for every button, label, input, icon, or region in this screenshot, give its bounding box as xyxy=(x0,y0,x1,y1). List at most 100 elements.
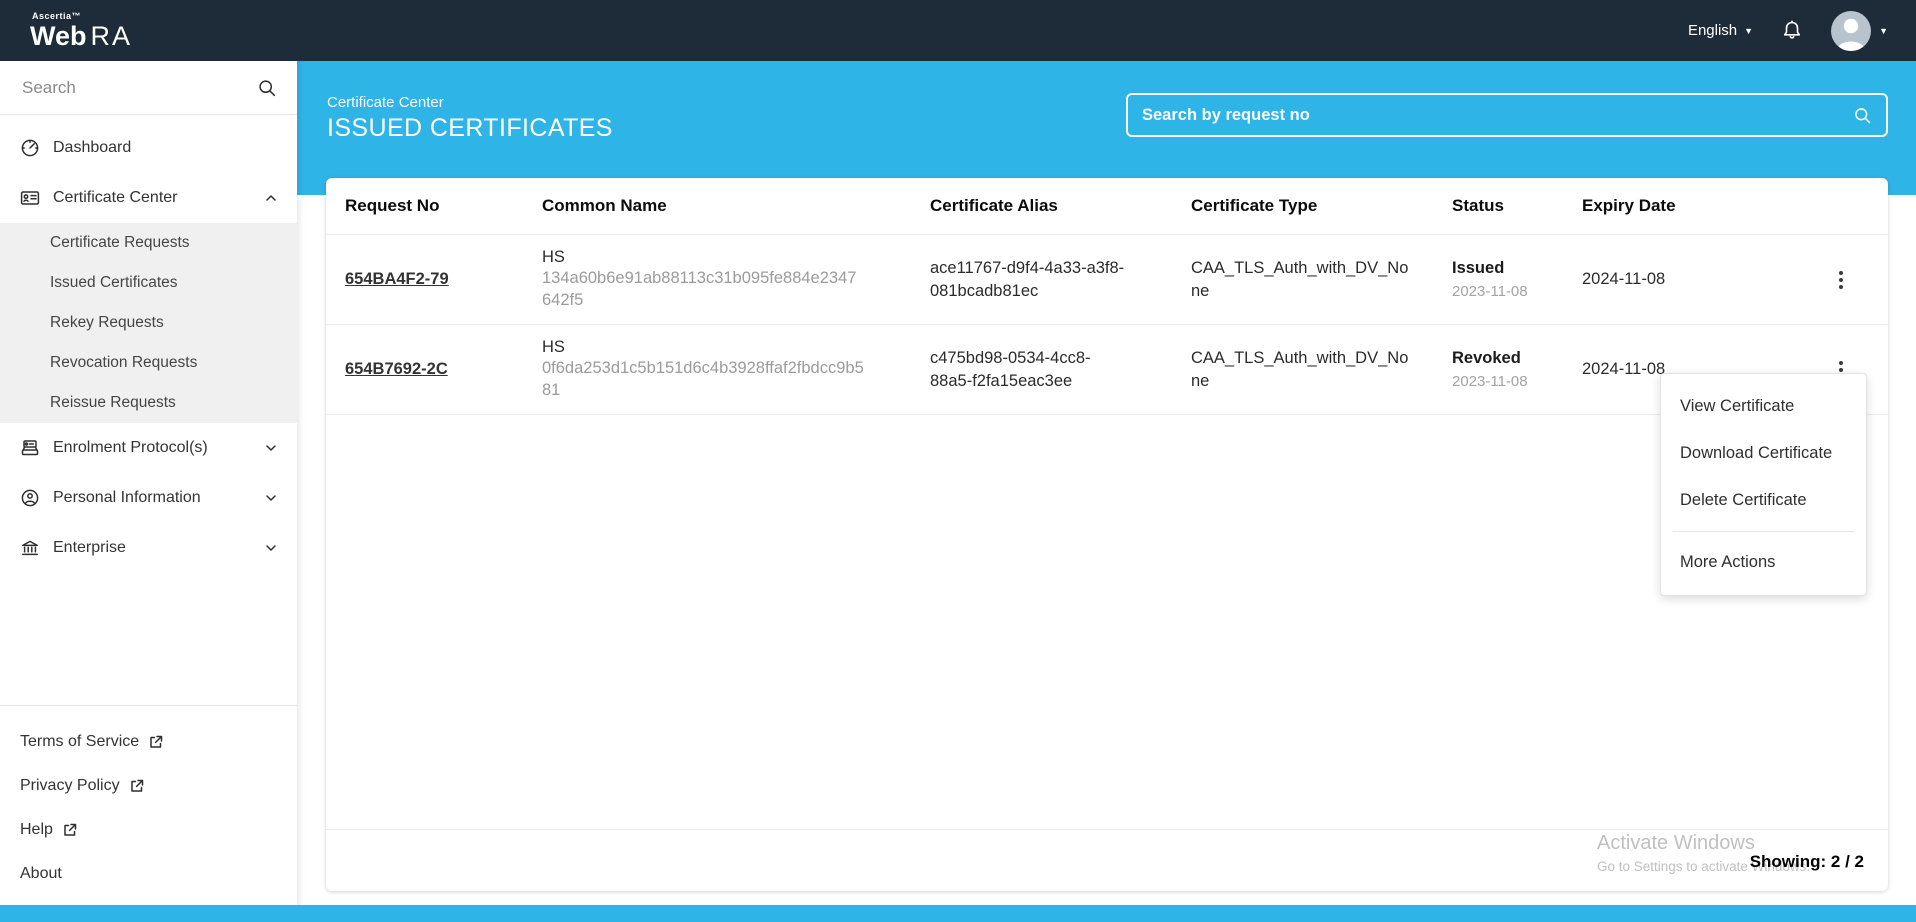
sidebar-item-personal-information[interactable]: Personal Information xyxy=(0,473,297,523)
link-label: About xyxy=(20,865,62,883)
webra-app: Ascertia™ WebRA English ▼ xyxy=(0,0,1916,922)
common-name-hash: 0f6da253d1c5b151d6c4b3928ffaf2fbdcc9b581 xyxy=(542,357,864,402)
column-header-expiry-date: Expiry Date xyxy=(1582,196,1790,216)
user-menu[interactable]: ▼ xyxy=(1831,11,1888,51)
sidebar-item-label: Enterprise xyxy=(53,539,126,557)
sidebar-item-issued-certificates[interactable]: Issued Certificates xyxy=(0,263,297,303)
status-cell: Issued 2023-11-08 xyxy=(1452,259,1582,300)
sidebar-item-label: Enrolment Protocol(s) xyxy=(53,439,208,457)
sidebar-item-certificate-center[interactable]: Certificate Center xyxy=(0,173,297,223)
status-date: 2023-11-08 xyxy=(1452,283,1582,300)
certificate-type-cell: CAA_TLS_Auth_with_DV_None xyxy=(1191,257,1413,302)
certificate-alias-cell: ace11767-d9f4-4a33-a3f8-081bcadb81ec xyxy=(930,257,1130,302)
page-header-band: Certificate Center ISSUED CERTIFICATES xyxy=(297,61,1916,195)
row-actions-kebab-icon[interactable] xyxy=(1826,265,1856,295)
common-name-hash: 134a60b6e91ab88113c31b095fe884e2347642f5 xyxy=(542,267,864,312)
topbar-actions: English ▼ ▼ xyxy=(1688,11,1888,51)
language-selector[interactable]: English ▼ xyxy=(1688,22,1753,39)
table-header: Request No Common Name Certificate Alias… xyxy=(326,178,1888,235)
sidebar-footer: Terms of Service Privacy Policy Help Abo… xyxy=(0,705,297,922)
sidebar-search xyxy=(0,61,297,115)
dashboard-icon xyxy=(20,138,40,158)
menu-item-download-certificate[interactable]: Download Certificate xyxy=(1661,430,1866,477)
sidebar-item-label: Personal Information xyxy=(53,489,201,507)
external-link-icon xyxy=(62,822,78,838)
status-value: Revoked xyxy=(1452,349,1582,368)
certificate-icon xyxy=(20,188,40,208)
request-no-link[interactable]: 654B7692-2C xyxy=(345,360,448,378)
common-name-cell: HS 134a60b6e91ab88113c31b095fe884e234764… xyxy=(542,248,930,312)
table-footer: Showing: 2 / 2 xyxy=(326,829,1888,891)
sidebar-item-label: Dashboard xyxy=(53,139,131,157)
brand-ascertia: Ascertia™ xyxy=(32,12,132,21)
top-bar: Ascertia™ WebRA English ▼ xyxy=(0,0,1916,61)
request-no-link[interactable]: 654BA4F2-79 xyxy=(345,270,449,288)
link-label: Help xyxy=(20,821,53,839)
page-title: ISSUED CERTIFICATES xyxy=(327,114,613,143)
enrolment-protocol-icon xyxy=(20,438,40,458)
chevron-up-icon xyxy=(263,190,279,206)
common-name-org: HS xyxy=(542,248,930,267)
sidebar-item-rekey-requests[interactable]: Rekey Requests xyxy=(0,303,297,343)
link-label: Privacy Policy xyxy=(20,777,120,795)
request-search-input[interactable] xyxy=(1128,106,1853,125)
expiry-date-cell: 2024-11-08 xyxy=(1582,270,1790,289)
avatar xyxy=(1831,11,1871,51)
request-search-box xyxy=(1126,93,1888,137)
brand-webra: WebRA xyxy=(30,21,132,51)
sidebar-item-label: Certificate Center xyxy=(53,189,178,207)
column-header-common-name: Common Name xyxy=(542,196,930,216)
chevron-down-icon xyxy=(263,440,279,456)
sidebar-nav: Dashboard Certificate Center Certificate… xyxy=(0,115,297,573)
notifications-button[interactable] xyxy=(1779,18,1805,44)
sidebar-item-enterprise[interactable]: Enterprise xyxy=(0,523,297,573)
common-name-cell: HS 0f6da253d1c5b151d6c4b3928ffaf2fbdcc9b… xyxy=(542,338,930,402)
privacy-policy-link[interactable]: Privacy Policy xyxy=(20,774,297,798)
search-icon[interactable] xyxy=(1853,106,1872,125)
chevron-down-icon: ▼ xyxy=(1879,26,1888,36)
column-header-certificate-alias: Certificate Alias xyxy=(930,196,1191,216)
chevron-down-icon xyxy=(263,490,279,506)
brand-logo[interactable]: Ascertia™ WebRA xyxy=(30,12,132,50)
menu-divider xyxy=(1673,531,1854,532)
person-circle-icon xyxy=(20,488,40,508)
sidebar-item-revocation-requests[interactable]: Revocation Requests xyxy=(0,343,297,383)
menu-item-delete-certificate[interactable]: Delete Certificate xyxy=(1661,477,1866,524)
menu-item-view-certificate[interactable]: View Certificate xyxy=(1661,383,1866,430)
sidebar-item-certificate-requests[interactable]: Certificate Requests xyxy=(0,223,297,263)
status-value: Issued xyxy=(1452,259,1582,278)
sidebar-item-enrolment-protocols[interactable]: Enrolment Protocol(s) xyxy=(0,423,297,473)
sidebar-item-dashboard[interactable]: Dashboard xyxy=(0,123,297,173)
status-cell: Revoked 2023-11-08 xyxy=(1452,349,1582,390)
external-link-icon xyxy=(148,734,164,750)
about-link[interactable]: About xyxy=(20,862,297,886)
help-link[interactable]: Help xyxy=(20,818,297,842)
common-name-org: HS xyxy=(542,338,930,357)
issued-certificates-card: Request No Common Name Certificate Alias… xyxy=(326,178,1888,891)
sidebar: Dashboard Certificate Center Certificate… xyxy=(0,61,297,922)
sidebar-search-input[interactable] xyxy=(22,78,252,98)
certificate-center-submenu: Certificate Requests Issued Certificates… xyxy=(0,223,297,423)
person-icon xyxy=(1831,11,1871,51)
language-label: English xyxy=(1688,22,1737,39)
status-date: 2023-11-08 xyxy=(1452,373,1582,390)
table-row: 654B7692-2C HS 0f6da253d1c5b151d6c4b3928… xyxy=(326,325,1888,415)
bell-icon xyxy=(1779,18,1805,44)
breadcrumb: Certificate Center xyxy=(327,94,613,111)
certificate-type-cell: CAA_TLS_Auth_with_DV_None xyxy=(1191,347,1413,392)
menu-item-more-actions[interactable]: More Actions xyxy=(1661,539,1866,586)
link-label: Terms of Service xyxy=(20,733,139,751)
page-titles: Certificate Center ISSUED CERTIFICATES xyxy=(327,94,613,143)
column-header-certificate-type: Certificate Type xyxy=(1191,196,1452,216)
showing-count: Showing: 2 / 2 xyxy=(1750,852,1864,872)
chevron-down-icon xyxy=(263,540,279,556)
terms-of-service-link[interactable]: Terms of Service xyxy=(20,730,297,754)
row-context-menu: View Certificate Download Certificate De… xyxy=(1660,373,1867,596)
main-content: Certificate Center ISSUED CERTIFICATES R… xyxy=(297,61,1916,922)
column-header-status: Status xyxy=(1452,196,1582,216)
sidebar-item-reissue-requests[interactable]: Reissue Requests xyxy=(0,383,297,423)
bank-icon xyxy=(20,538,40,558)
search-icon[interactable] xyxy=(257,78,277,98)
table-row: 654BA4F2-79 HS 134a60b6e91ab88113c31b095… xyxy=(326,235,1888,325)
chevron-down-icon: ▼ xyxy=(1744,26,1753,36)
